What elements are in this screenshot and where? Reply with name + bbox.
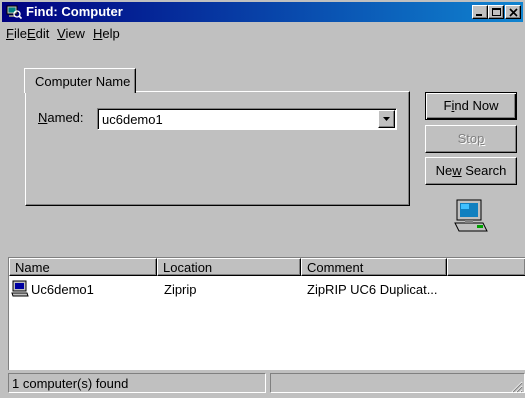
maximize-icon (492, 8, 501, 16)
find-now-button[interactable]: Find Now (425, 92, 517, 120)
column-header-name-label: Name (15, 260, 50, 275)
named-input-value[interactable]: uc6demo1 (102, 112, 163, 127)
title-bar[interactable]: Find: Computer (2, 2, 523, 22)
close-icon (509, 8, 518, 17)
menu-bar: File Edit View Help (2, 23, 523, 43)
close-button[interactable] (505, 5, 521, 19)
named-label-accel: N (38, 110, 48, 125)
tab-computer-name[interactable]: Computer Name (24, 68, 136, 93)
column-header-spacer (447, 258, 525, 276)
status-pane-secondary (270, 373, 525, 393)
minimize-button[interactable] (472, 5, 488, 19)
column-header-location-label: Location (163, 260, 213, 275)
menu-view[interactable]: View (57, 26, 85, 41)
column-header-comment[interactable]: Comment (301, 258, 447, 276)
menu-file-label: ile (13, 26, 27, 41)
minimize-icon (476, 14, 482, 16)
resize-grip-icon[interactable] (509, 379, 523, 393)
row-location: Ziprip (164, 282, 197, 297)
find-now-label-post: nd Now (454, 98, 499, 113)
stop-label-accel: p (477, 131, 485, 146)
status-bar: 1 computer(s) found (8, 373, 525, 395)
tab-computer-name-label: Computer Name (35, 74, 131, 89)
column-header-comment-label: Comment (307, 260, 364, 275)
menu-file-accel: F (6, 26, 14, 41)
find-computer-window: Find: Computer File Edit View Help Compu… (0, 0, 525, 398)
column-header-location[interactable]: Location (157, 258, 301, 276)
computer-icon (11, 280, 29, 297)
row-comment: ZipRIP UC6 Duplicat... (307, 282, 438, 297)
menu-file[interactable]: File (6, 26, 27, 41)
menu-view-label: iew (65, 26, 85, 41)
named-label-text: amed: (47, 110, 84, 125)
window-title: Find: Computer (26, 4, 123, 19)
row-name: Uc6demo1 (31, 282, 94, 297)
named-combobox[interactable]: uc6demo1 (97, 108, 397, 130)
table-row[interactable]: Uc6demo1 Ziprip ZipRIP UC6 Duplicat... (9, 280, 524, 298)
computer-search-animation-icon (454, 199, 488, 232)
menu-edit-accel: E (27, 26, 36, 41)
computer-search-icon (6, 5, 22, 20)
stop-label-pre: Sto (457, 131, 478, 146)
results-list[interactable]: Name Location Comment Uc6demo1 Ziprip Zi… (8, 257, 525, 370)
stop-button[interactable]: Stop (425, 125, 517, 153)
chevron-down-icon (383, 117, 390, 121)
menu-edit-label: dit (35, 26, 50, 41)
named-dropdown-button[interactable] (378, 110, 395, 128)
named-label: Named: (38, 110, 84, 125)
maximize-button[interactable] (488, 5, 504, 19)
menu-help-accel: H (93, 26, 103, 41)
status-text: 1 computer(s) found (12, 376, 129, 391)
new-search-label-accel: w (452, 163, 462, 178)
menu-help-label: elp (102, 26, 120, 41)
status-pane-main: 1 computer(s) found (8, 373, 266, 393)
new-search-button[interactable]: New Search (425, 157, 517, 185)
menu-help[interactable]: Help (93, 26, 120, 41)
menu-edit[interactable]: Edit (27, 26, 49, 41)
new-search-label-pre: Ne (435, 163, 453, 178)
new-search-label-post: Search (461, 163, 507, 178)
column-header-name[interactable]: Name (9, 258, 157, 276)
